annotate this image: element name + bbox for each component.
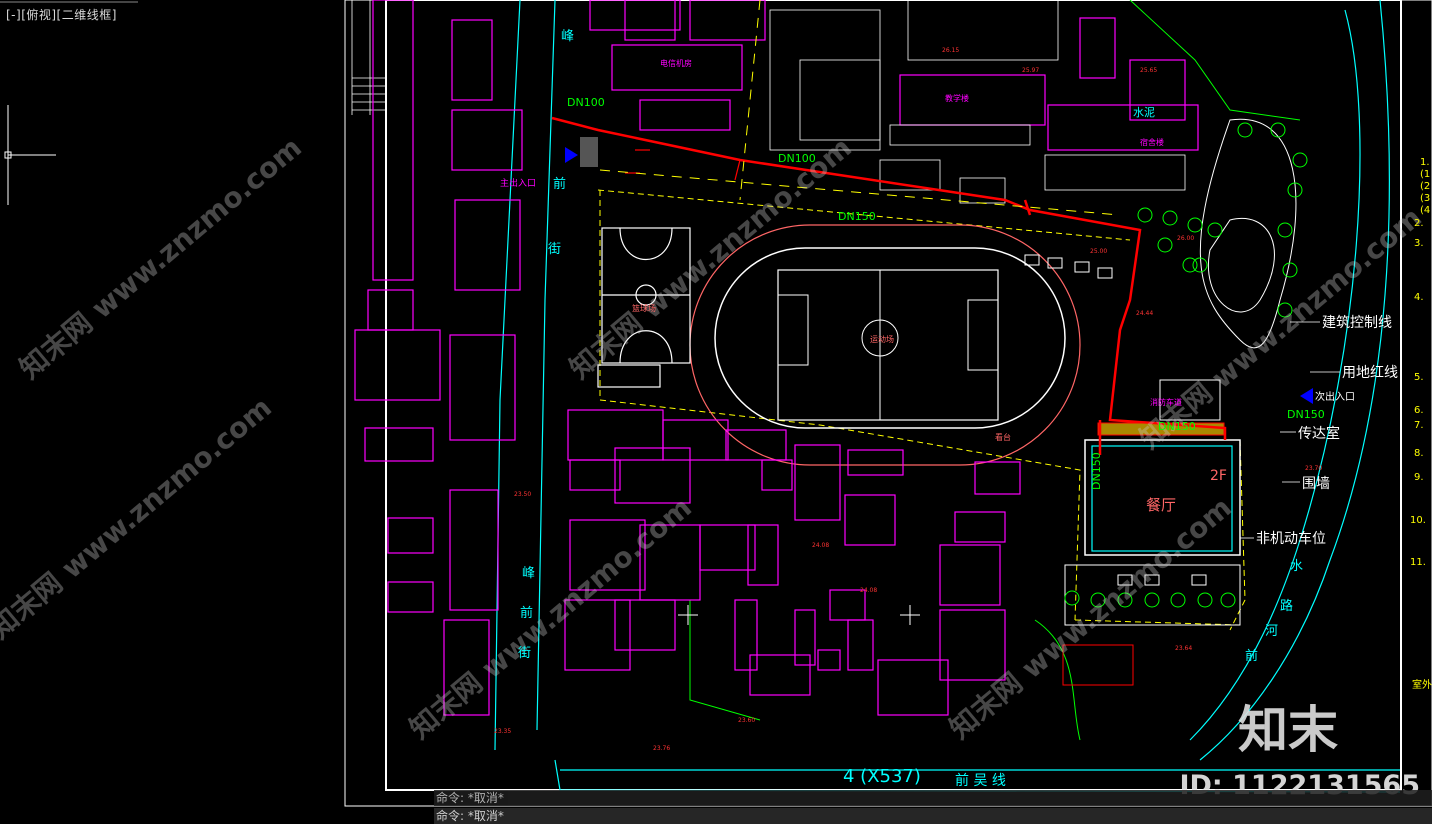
svg-text:5.: 5. bbox=[1414, 372, 1424, 383]
legend-building-control-line: 建筑控制线 bbox=[1322, 315, 1392, 331]
canteen-label: 餐厅 bbox=[1146, 496, 1176, 514]
legend-grid bbox=[351, 0, 386, 115]
pipe-label-2: DN100 bbox=[778, 152, 816, 165]
svg-text:(4: (4 bbox=[1420, 205, 1430, 216]
crosshair-cursor-icon bbox=[4, 105, 56, 205]
watermark-repeat-3: 知末网 www.znzmo.com bbox=[563, 131, 858, 386]
svg-text:25.00: 25.00 bbox=[1090, 248, 1107, 255]
svg-text:11.: 11. bbox=[1410, 557, 1426, 568]
svg-text:24.44: 24.44 bbox=[1136, 310, 1153, 317]
svg-text:23.76: 23.76 bbox=[653, 745, 670, 752]
street-char-1b: 前 bbox=[553, 176, 566, 192]
legend-non-motor-parking: 非机动车位 bbox=[1256, 530, 1326, 547]
legend-guard-room: 传达室 bbox=[1298, 425, 1340, 442]
left-buildings bbox=[354, 0, 681, 716]
svg-text:1.: 1. bbox=[1420, 157, 1430, 168]
river-road-char-1: 前 bbox=[1245, 648, 1258, 664]
view-label[interactable]: [-][俯视][二维线框] bbox=[6, 6, 117, 23]
river-road-char-3: 路 bbox=[1280, 598, 1293, 614]
electric-room-label: 电信机房 bbox=[660, 58, 692, 68]
cement-label: 水泥 bbox=[1133, 106, 1155, 119]
watermark-repeat-5: 知末网 www.znzmo.com bbox=[943, 491, 1238, 746]
svg-text:10.: 10. bbox=[1410, 515, 1426, 526]
main-entrance-arrow-icon bbox=[565, 147, 578, 163]
street-char-2b: 前 bbox=[520, 605, 533, 621]
svg-text:室外: 室外 bbox=[1412, 678, 1432, 691]
dormitory-label: 宿舍楼 bbox=[1140, 137, 1164, 147]
svg-text:9.: 9. bbox=[1414, 472, 1424, 483]
svg-text:26.15: 26.15 bbox=[942, 47, 959, 54]
pipe-label-6: DN150 bbox=[1090, 452, 1103, 490]
svg-text:25.65: 25.65 bbox=[1140, 67, 1157, 74]
pipe-label-5: DN150 bbox=[1287, 408, 1325, 421]
street-char-1c: 街 bbox=[548, 242, 561, 257]
svg-text:24.08: 24.08 bbox=[860, 587, 877, 594]
svg-text:23.60: 23.60 bbox=[738, 717, 755, 724]
svg-text:23.64: 23.64 bbox=[1175, 645, 1192, 652]
top-buildings bbox=[611, 0, 1199, 151]
svg-text:3.: 3. bbox=[1414, 238, 1424, 249]
svg-text:7.: 7. bbox=[1414, 420, 1424, 431]
svg-text:(1: (1 bbox=[1420, 169, 1430, 180]
basketball-label: 篮球场 bbox=[632, 303, 656, 313]
legend-enclosure-wall: 围墙 bbox=[1302, 476, 1330, 492]
watermark-repeat-4: 知末网 www.znzmo.com bbox=[403, 491, 698, 746]
athletic-track bbox=[689, 224, 1081, 466]
right-notes: 1. (1 (2 (3 (4 2. 3. 4. 5. 6. 7. 8. 9. 1… bbox=[1410, 157, 1432, 691]
field-label: 运动场 bbox=[870, 334, 894, 344]
sheet-frame-outer bbox=[344, 0, 1432, 807]
fire-lane-label: 消防车道 bbox=[1150, 397, 1182, 407]
svg-text:26.00: 26.00 bbox=[1177, 235, 1194, 242]
svg-text:23.35: 23.35 bbox=[494, 728, 511, 735]
svg-text:(3: (3 bbox=[1420, 193, 1430, 204]
river-road-char-2: 河 bbox=[1265, 624, 1278, 639]
svg-text:23.70: 23.70 bbox=[1305, 465, 1322, 472]
road-name: 前 吴 线 bbox=[955, 772, 1006, 789]
command-input-line[interactable]: 命令: *取消* bbox=[434, 808, 1432, 824]
main-entrance-label: 主出入口 bbox=[500, 177, 536, 189]
svg-text:8.: 8. bbox=[1414, 448, 1424, 459]
street-char-2a: 峰 bbox=[522, 566, 535, 581]
crosshair-mark-icon bbox=[678, 605, 920, 625]
svg-text:4.: 4. bbox=[1414, 292, 1424, 303]
svg-text:24.08: 24.08 bbox=[812, 542, 829, 549]
river-label: 水 bbox=[1290, 559, 1303, 574]
road-centerline bbox=[599, 0, 1121, 216]
svg-text:6.: 6. bbox=[1414, 405, 1424, 416]
watermark-repeat-1: 知末网 www.znzmo.com bbox=[13, 131, 308, 386]
watermark-repeat-2: 知末网 www.znzmo.com bbox=[0, 391, 278, 646]
street-char-2c: 街 bbox=[518, 646, 531, 661]
cad-viewport[interactable]: 知末网 www.znzmo.com 知末网 www.znzmo.com 知末网 … bbox=[0, 0, 1432, 823]
svg-text:(2: (2 bbox=[1420, 181, 1430, 192]
legend-land-red-line: 用地红线 bbox=[1342, 365, 1398, 381]
command-history-line: 命令: *取消* bbox=[434, 790, 1432, 806]
second-entrance-label: 次出入口 bbox=[1315, 390, 1355, 403]
entrance-hatch bbox=[580, 137, 598, 167]
second-entrance-arrow-icon bbox=[1300, 388, 1313, 404]
pipe-label-3: DN150 bbox=[838, 210, 876, 223]
watermark-logo: 知末 bbox=[1238, 701, 1338, 759]
teaching-building-label: 教学楼 bbox=[945, 93, 969, 103]
pipe-label-4: DN150 bbox=[1158, 420, 1196, 433]
pipe-label-1: DN100 bbox=[567, 96, 605, 109]
svg-text:25.97: 25.97 bbox=[1022, 67, 1039, 74]
water-pipes-thin bbox=[625, 149, 741, 181]
svg-text:23.50: 23.50 bbox=[514, 491, 531, 498]
canteen-floors: 2F bbox=[1210, 468, 1227, 484]
svg-text:2.: 2. bbox=[1414, 218, 1424, 229]
cad-drawing[interactable]: 知末网 www.znzmo.com 知末网 www.znzmo.com 知末网 … bbox=[0, 0, 1432, 823]
stands-label: 看台 bbox=[995, 432, 1011, 442]
street-char-1a: 峰 bbox=[561, 29, 574, 44]
road-label: 4 (X537) bbox=[843, 766, 921, 787]
